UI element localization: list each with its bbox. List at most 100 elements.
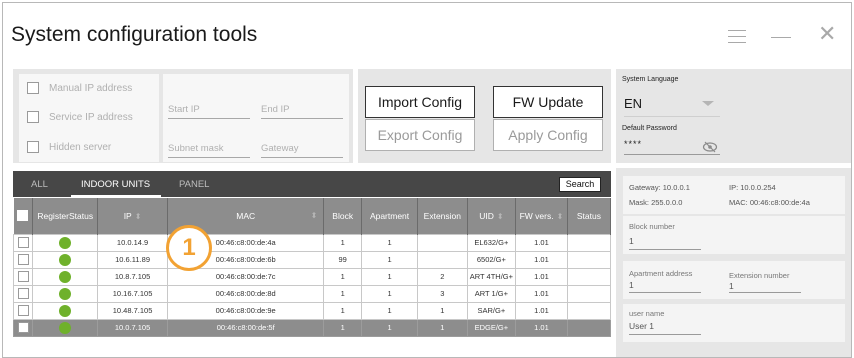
row-checkbox[interactable]	[17, 288, 29, 299]
mask-info: Mask: 255.0.0.0	[629, 198, 683, 207]
col-extension[interactable]: Extension	[417, 198, 468, 234]
apartment-cell: 1	[361, 250, 419, 269]
manual-ip-checkbox[interactable]	[27, 82, 39, 94]
apartment-address-label: Apartment address	[629, 269, 693, 278]
system-settings-panel: System Language EN Default Password ****	[616, 69, 851, 163]
status-ok-icon	[59, 236, 72, 249]
row-checkbox[interactable]	[17, 237, 29, 248]
table-row[interactable]: 10.48.7.105 00:46:c8:00:de:9e 1 1 1 SAR/…	[12, 301, 612, 320]
col-uid[interactable]: UID ⬍	[467, 198, 517, 234]
export-config-button[interactable]: Export Config	[365, 119, 475, 151]
status-cell	[566, 267, 612, 286]
sort-icon[interactable]: ⬍	[497, 212, 504, 221]
hidden-server-option[interactable]: Hidden server	[27, 141, 111, 153]
col-status[interactable]: Status	[567, 198, 612, 234]
hidden-server-label: Hidden server	[49, 141, 112, 153]
service-ip-checkbox[interactable]	[27, 111, 39, 123]
row-checkbox[interactable]	[17, 271, 29, 282]
row-checkbox[interactable]	[17, 322, 29, 333]
ip-info: IP: 10.0.0.254	[729, 183, 776, 192]
config-actions-panel: Import Config FW Update Export Config Ap…	[358, 69, 611, 163]
extension-number-underline	[729, 292, 801, 293]
ip-cell: 10.6.11.89	[97, 250, 169, 269]
block-cell: 1	[323, 318, 363, 337]
uid-cell: ART 4TH/G+	[466, 267, 517, 286]
user-name-field[interactable]: User 1	[629, 321, 654, 331]
fw-cell: 1.01	[515, 267, 568, 286]
uid-cell: 6502/G+	[466, 250, 517, 269]
select-all-cell[interactable]	[13, 198, 34, 234]
active-tab-indicator	[71, 195, 161, 197]
sort-icon[interactable]: ⬍	[557, 212, 564, 221]
block-number-field[interactable]: 1	[629, 236, 634, 246]
subnet-mask-field[interactable]: Subnet mask	[168, 143, 250, 158]
eye-slash-icon[interactable]	[702, 140, 718, 158]
table-row[interactable]: 10.8.7.105 00:46:c8:00:de:7c 1 1 2 ART 4…	[12, 267, 612, 286]
tab-indoor-units[interactable]: INDOOR UNITS	[81, 179, 150, 190]
apartment-cell: 1	[361, 318, 419, 337]
tab-all[interactable]: ALL	[31, 179, 48, 190]
close-icon[interactable]: ✕	[818, 23, 836, 45]
search-button[interactable]: Search	[559, 177, 601, 192]
table-row[interactable]: 10.16.7.105 00:46:c8:00:de:8d 1 1 3 ART …	[12, 284, 612, 303]
chevron-down-icon[interactable]	[702, 101, 714, 106]
col-register-status[interactable]: RegisterStatus	[32, 198, 99, 234]
language-label: System Language	[622, 76, 679, 83]
language-underline	[624, 116, 720, 117]
user-name-box: user name User 1	[623, 304, 845, 342]
extension-number-field[interactable]: 1	[729, 281, 734, 291]
fw-cell: 1.01	[515, 318, 568, 337]
hidden-server-checkbox[interactable]	[27, 141, 39, 153]
service-ip-option[interactable]: Service IP address	[27, 111, 133, 123]
select-all-checkbox[interactable]	[17, 210, 29, 222]
password-field[interactable]: ****	[624, 139, 642, 149]
apartment-cell: 1	[361, 233, 419, 252]
block-cell: 1	[323, 233, 363, 252]
import-config-button[interactable]: Import Config	[365, 86, 475, 118]
ip-cell: 10.8.7.105	[97, 267, 169, 286]
menu-icon[interactable]	[728, 30, 746, 44]
row-checkbox[interactable]	[17, 305, 29, 316]
gateway-field[interactable]: Gateway	[261, 143, 343, 158]
apartment-address-field[interactable]: 1	[629, 280, 634, 290]
sort-icon[interactable]: ⬍	[311, 211, 318, 220]
table-row[interactable]: 10.0.14.9 00:46:c8:00:de:4a 1 1 EL632/G+…	[12, 233, 612, 252]
fw-cell: 1.01	[515, 284, 568, 303]
col-ip[interactable]: IP ⬍	[97, 198, 169, 234]
block-cell: 1	[323, 267, 363, 286]
callout-marker: 1	[166, 225, 212, 271]
col-apartment[interactable]: Apartment	[361, 198, 419, 234]
minimize-icon[interactable]	[771, 37, 791, 38]
block-number-underline	[629, 249, 701, 250]
extension-cell: 3	[417, 284, 468, 303]
block-number-box: Block number 1	[623, 216, 845, 254]
end-ip-field[interactable]: End IP	[261, 104, 343, 119]
manual-ip-option[interactable]: Manual IP address	[27, 82, 132, 94]
device-details-panel: Gateway: 10.0.0.1 IP: 10.0.0.254 Mask: 2…	[616, 168, 851, 357]
password-underline	[624, 154, 720, 155]
apply-config-button[interactable]: Apply Config	[493, 119, 603, 151]
sort-icon[interactable]: ⬍	[135, 212, 142, 221]
fw-cell: 1.01	[515, 250, 568, 269]
ip-range-box: Start IP End IP Subnet mask Gateway	[163, 74, 349, 162]
tab-panel[interactable]: PANEL	[179, 179, 209, 190]
ip-cell: 10.16.7.105	[97, 284, 169, 303]
status-ok-icon	[59, 253, 72, 266]
uid-cell: EL632/G+	[466, 233, 517, 252]
row-checkbox[interactable]	[17, 254, 29, 265]
table-row[interactable]: 10.6.11.89 00:46:c8:00:de:6b 99 1 6502/G…	[12, 250, 612, 269]
table-row-selected[interactable]: 10.0.7.105 00:46:c8:00:de:5f 1 1 1 EDGE/…	[12, 318, 612, 337]
block-cell: 1	[323, 284, 363, 303]
apartment-cell: 1	[361, 267, 419, 286]
col-block[interactable]: Block	[323, 198, 363, 234]
apartment-cell: 1	[361, 301, 419, 320]
app-window: System configuration tools ✕ Manual IP a…	[2, 2, 852, 358]
col-fw-version[interactable]: FW vers. ⬍	[515, 198, 568, 234]
uid-cell: ART 1/G+	[466, 284, 517, 303]
extension-cell: 2	[417, 267, 468, 286]
network-info-box: Gateway: 10.0.0.1 IP: 10.0.0.254 Mask: 2…	[623, 176, 845, 214]
start-ip-field[interactable]: Start IP	[168, 104, 250, 119]
fw-update-button[interactable]: FW Update	[493, 86, 603, 118]
window-title: System configuration tools	[11, 23, 258, 46]
language-select[interactable]: EN	[624, 96, 642, 111]
